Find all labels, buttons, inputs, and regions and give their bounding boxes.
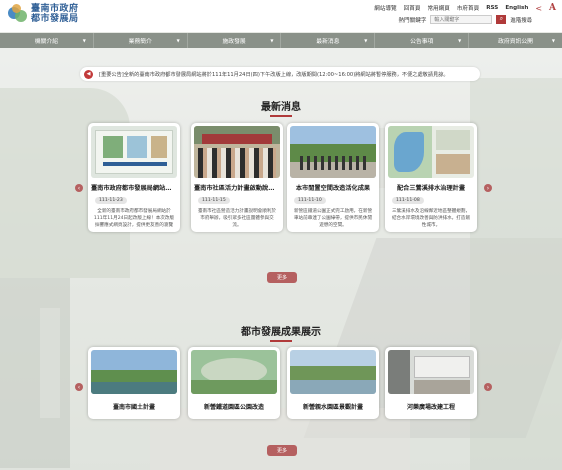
font-size-icon[interactable]: A: [549, 3, 556, 13]
nav-label: 最新消息: [316, 39, 340, 45]
achievement-card[interactable]: 河樂廣場改建工程: [385, 347, 477, 419]
news-thumbnail: [194, 126, 280, 178]
chevron-down-icon: ▼: [458, 38, 462, 43]
logo-emblem-icon: [8, 4, 28, 24]
news-more-button[interactable]: 更多: [267, 272, 297, 283]
news-description: 全新的臺南市政府都市發展局網站於111年11月24日起改版上線！本次改版採響應式…: [93, 209, 175, 228]
achievement-thumbnail: [191, 350, 277, 394]
news-description: 新營區鐵道公園正式完工啟用，在新營車站前串連了公園綠帶，提供市民休閒遊憩的空間。: [293, 209, 373, 228]
achievement-thumbnail: [91, 350, 177, 394]
news-date: 111-11-23: [95, 197, 127, 204]
search-button[interactable]: ⌕: [496, 15, 507, 24]
nav-item-news[interactable]: 最新消息 ▼: [281, 33, 376, 48]
megaphone-icon: ◀: [84, 69, 93, 79]
link-sitemap[interactable]: 網站導覽: [374, 4, 396, 12]
news-date: 111-11-10: [294, 197, 326, 204]
nav-label: 機關介紹: [34, 39, 59, 45]
achievements-more-button[interactable]: 更多: [267, 445, 297, 456]
share-icon[interactable]: <: [535, 4, 542, 13]
news-title: 本市閒置空間改造活化成果: [295, 185, 371, 192]
nav-item-policy[interactable]: 施政發展 ▼: [188, 33, 282, 48]
popular-keywords-label[interactable]: 熱門關鍵字: [398, 16, 426, 24]
news-card[interactable]: 臺南市政府都市發展局網站改版 111-11-23 全新的臺南市政府都市發展局網站…: [88, 123, 180, 232]
news-card[interactable]: 臺南市社區活力計畫啟動說明會 111-11-15 臺南市社區營造活力計畫說明會順…: [191, 123, 283, 232]
search-input[interactable]: [430, 15, 493, 24]
nav-item-business[interactable]: 業務簡介 ▼: [94, 33, 188, 48]
news-card[interactable]: 配合三鶯溪排水治理計畫 111-11-08 三鶯溪排水及沿線鄰近地區整體規劃，結…: [385, 123, 477, 232]
announcement-text: [重要公告]全新的臺南市政府都市發展局網站將於111年11月24日(四)下午改版…: [99, 71, 449, 78]
announcement-marquee[interactable]: ◀ [重要公告]全新的臺南市政府都市發展局網站將於111年11月24日(四)下午…: [80, 67, 480, 81]
link-rss[interactable]: RSS: [486, 5, 498, 11]
nav-item-announcements[interactable]: 公告事項 ▼: [375, 33, 470, 48]
nav-item-open-data[interactable]: 政府資訊公開 ▼: [469, 33, 562, 48]
chevron-down-icon: ▼: [82, 38, 86, 43]
nav-label: 政府資訊公開: [498, 39, 533, 45]
achievement-title: 臺南市國土計畫: [112, 404, 155, 411]
achievements-prev-arrow-icon[interactable]: ‹: [75, 383, 83, 391]
link-common-pages[interactable]: 常用網頁: [427, 4, 449, 12]
news-title: 臺南市社區活力計畫啟動說明會: [194, 185, 280, 192]
nav-item-about[interactable]: 機關介紹 ▼: [0, 33, 94, 48]
link-english[interactable]: English: [505, 5, 528, 11]
news-description: 臺南市社區營造活力計畫說明會順利於市府舉辦，吸引眾多社區團體參與交流。: [197, 209, 277, 228]
top-links: 網站導覽 回首頁 常用網頁 市府首頁 RSS English < A: [374, 3, 556, 13]
news-card[interactable]: 本市閒置空間改造活化成果 111-11-10 新營區鐵道公園正式完工啟用，在新營…: [287, 123, 379, 232]
news-thumbnail: [290, 126, 376, 178]
achievement-card[interactable]: 新營鐵道園區公園改造: [188, 347, 280, 419]
news-date: 111-11-08: [392, 197, 424, 204]
link-home[interactable]: 回首頁: [404, 4, 421, 12]
achievement-card[interactable]: 新營親水園區景觀計畫: [287, 347, 379, 419]
nav-label: 業務簡介: [128, 39, 152, 45]
achievements-section-title: 都市發展成果展示: [0, 323, 562, 342]
news-thumbnail: [388, 126, 474, 178]
chevron-down-icon: ▼: [270, 38, 274, 43]
search-bar: 熱門關鍵字 ⌕ 進階搜尋: [398, 15, 532, 24]
link-city-home[interactable]: 市府首頁: [457, 4, 479, 12]
nav-label: 公告事項: [410, 39, 434, 45]
news-title: 臺南市政府都市發展局網站改版: [91, 185, 177, 192]
news-description: 三鶯溪排水及沿線鄰近地區整體規劃，結合水岸環境改善與防洪排水，打造韌性城市。: [391, 209, 471, 228]
advanced-search-link[interactable]: 進階搜尋: [510, 16, 532, 24]
achievement-title: 新營親水園區景觀計畫: [302, 404, 363, 411]
chevron-down-icon: ▼: [551, 38, 555, 43]
site-logo[interactable]: 臺南市政府 都市發展局: [8, 4, 79, 24]
chevron-down-icon: ▼: [176, 38, 180, 43]
nav-label: 施政發展: [222, 39, 246, 45]
news-title: 配合三鶯溪排水治理計畫: [396, 185, 466, 192]
achievement-thumbnail: [388, 350, 474, 394]
news-thumbnail: [91, 126, 177, 178]
news-prev-arrow-icon[interactable]: ‹: [75, 184, 83, 192]
achievement-card[interactable]: 臺南市國土計畫: [88, 347, 180, 419]
news-date: 111-11-15: [198, 197, 230, 204]
achievement-thumbnail: [290, 350, 376, 394]
logo-title-line1: 臺南市政府: [31, 4, 79, 14]
logo-title-line2: 都市發展局: [31, 14, 79, 24]
search-icon: ⌕: [499, 16, 504, 22]
site-header: 臺南市政府 都市發展局 網站導覽 回首頁 常用網頁 市府首頁 RSS Engli…: [0, 0, 562, 32]
achievement-title: 河樂廣場改建工程: [406, 404, 455, 411]
main-nav: 機關介紹 ▼ 業務簡介 ▼ 施政發展 ▼ 最新消息 ▼ 公告事項 ▼ 政府資訊公開 ▼: [0, 33, 562, 48]
chevron-down-icon: ▼: [364, 38, 368, 43]
achievements-next-arrow-icon[interactable]: ›: [484, 383, 492, 391]
news-next-arrow-icon[interactable]: ›: [484, 184, 492, 192]
achievement-title: 新營鐵道園區公園改造: [203, 404, 264, 411]
news-section-title: 最新消息: [0, 98, 562, 117]
